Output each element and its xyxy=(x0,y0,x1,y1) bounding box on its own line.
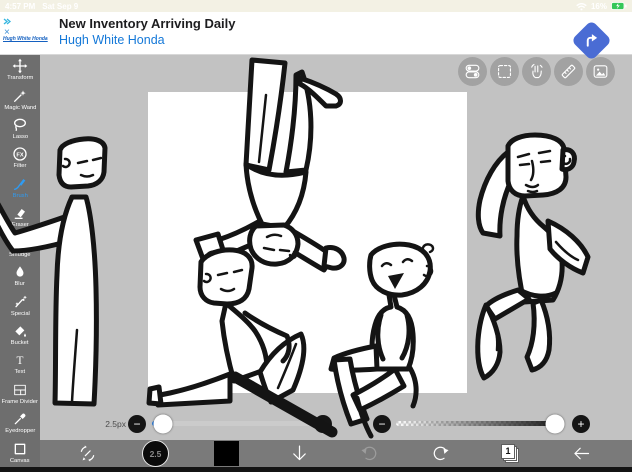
ad-banner[interactable]: Hugh White Honda × New Inventory Arrivin… xyxy=(0,12,632,55)
wifi-icon xyxy=(576,2,587,11)
tool-label: Frame Divider xyxy=(2,398,38,404)
save-download-button[interactable] xyxy=(286,442,312,465)
tool-eraser[interactable]: Eraser xyxy=(0,202,40,231)
tool-label: Eraser xyxy=(11,222,28,228)
tool-label: Eyedropper xyxy=(5,428,35,434)
brush-size-label: 2.5px xyxy=(94,419,126,429)
eyedropper-icon xyxy=(12,411,28,427)
redo-button[interactable] xyxy=(427,442,453,465)
hand-gesture-button[interactable] xyxy=(522,57,551,86)
hand-gesture-icon xyxy=(527,62,546,81)
bottom-toolbar: 2.5 1 xyxy=(40,440,632,467)
lasso-icon xyxy=(12,117,28,133)
tool-special[interactable]: Special xyxy=(0,290,40,319)
blur-icon xyxy=(12,264,28,280)
layer-count-badge: 1 xyxy=(501,444,515,459)
layer-toggle-button[interactable] xyxy=(458,57,487,86)
ad-choices-button[interactable] xyxy=(571,20,612,61)
canvas-icon xyxy=(12,441,28,457)
swap-brush-eraser-icon xyxy=(77,443,98,464)
layers-icon: 1 xyxy=(499,443,521,465)
select-area-button[interactable] xyxy=(490,57,519,86)
redirect-arrow-icon xyxy=(583,32,601,50)
tool-frame-divider[interactable]: Frame Divider xyxy=(0,379,40,408)
text-glyph: T xyxy=(17,355,24,367)
brush-size-knob[interactable] xyxy=(154,414,173,433)
tool-transform[interactable]: Transform xyxy=(0,55,40,84)
tool-filter[interactable]: FX Filter xyxy=(0,143,40,172)
status-date: Sat Sep 9 xyxy=(42,2,78,11)
brush-size-slider[interactable] xyxy=(152,421,312,426)
medibang-paint-app: 4:57 PM Sat Sep 9 16% Hugh White Honda xyxy=(0,0,632,472)
undo-icon xyxy=(359,443,380,464)
filter-glyph: FX xyxy=(16,153,23,159)
tool-label: Bucket xyxy=(11,339,29,345)
select-area-icon xyxy=(495,62,514,81)
battery-percent: 16% xyxy=(591,2,607,11)
tool-label: Lasso xyxy=(12,133,27,139)
filter-icon: FX xyxy=(12,146,28,162)
advertiser-chevron-icon xyxy=(3,18,12,25)
tool-label: Smudge xyxy=(9,251,31,257)
redo-icon xyxy=(430,443,451,464)
back-arrow-icon xyxy=(571,443,592,464)
down-arrow-icon xyxy=(289,443,310,464)
back-arrow-button[interactable] xyxy=(568,442,594,465)
layer-toggle-icon xyxy=(463,62,482,81)
brush-icon xyxy=(12,176,28,192)
transform-icon xyxy=(12,58,28,74)
tool-magic-wand[interactable]: Magic Wand xyxy=(0,84,40,113)
tool-eyedropper[interactable]: Eyedropper xyxy=(0,408,40,437)
brush-preview-button[interactable]: 2.5 xyxy=(142,440,169,467)
swap-brush-eraser-button[interactable] xyxy=(74,442,100,465)
tool-label: Blur xyxy=(15,280,25,286)
text-icon: T xyxy=(12,352,28,368)
drawing-canvas[interactable] xyxy=(148,92,467,393)
eraser-icon xyxy=(12,205,28,221)
brush-size-plus-button[interactable]: + xyxy=(314,415,332,433)
tool-label: Filter xyxy=(14,163,27,169)
tool-blur[interactable]: Blur xyxy=(0,261,40,290)
layers-button[interactable]: 1 xyxy=(497,442,523,465)
tool-canvas[interactable]: Canvas xyxy=(0,437,40,466)
opacity-knob[interactable] xyxy=(546,414,565,433)
tool-label: Special xyxy=(10,310,29,316)
tool-label: Canvas xyxy=(10,457,30,463)
magic-wand-icon xyxy=(12,88,28,104)
opacity-minus-button[interactable]: − xyxy=(373,415,391,433)
brush-size-minus-button[interactable]: − xyxy=(128,415,146,433)
ruler-icon xyxy=(559,62,578,81)
tool-text[interactable]: T Text xyxy=(0,349,40,378)
advertiser-logo-text: Hugh White Honda xyxy=(3,36,57,42)
ad-link[interactable]: Hugh White Honda xyxy=(59,33,165,47)
tool-label: Text xyxy=(15,369,26,375)
tool-label: Transform xyxy=(7,74,33,80)
ruler-button[interactable] xyxy=(554,57,583,86)
status-time: 4:57 PM xyxy=(5,2,35,11)
tool-sidebar: Transform Magic Wand Lasso FX Filter xyxy=(0,55,40,467)
advertiser-logo[interactable]: Hugh White Honda xyxy=(3,18,57,42)
frame-divider-icon xyxy=(12,382,28,398)
tool-brush[interactable]: Brush xyxy=(0,173,40,202)
home-indicator-area xyxy=(0,467,632,472)
battery-icon xyxy=(611,2,627,10)
color-swatch-button[interactable] xyxy=(214,441,239,466)
status-bar: 4:57 PM Sat Sep 9 16% xyxy=(0,0,632,12)
brush-preview-value: 2.5 xyxy=(150,449,162,459)
tool-smudge[interactable]: Smudge xyxy=(0,232,40,261)
undo-button[interactable] xyxy=(356,442,382,465)
bucket-icon xyxy=(12,323,28,339)
tool-lasso[interactable]: Lasso xyxy=(0,114,40,143)
opacity-plus-button[interactable]: + xyxy=(572,415,590,433)
import-image-icon xyxy=(591,62,610,81)
import-image-button[interactable] xyxy=(586,57,615,86)
tool-label: Brush xyxy=(12,192,27,198)
ad-close-button[interactable]: × xyxy=(4,28,10,38)
smudge-icon xyxy=(12,235,28,251)
tool-label: Magic Wand xyxy=(4,104,36,110)
tool-bucket[interactable]: Bucket xyxy=(0,320,40,349)
opacity-slider[interactable] xyxy=(396,421,562,426)
special-pen-icon xyxy=(12,294,28,310)
ad-headline[interactable]: New Inventory Arriving Daily xyxy=(59,16,236,31)
